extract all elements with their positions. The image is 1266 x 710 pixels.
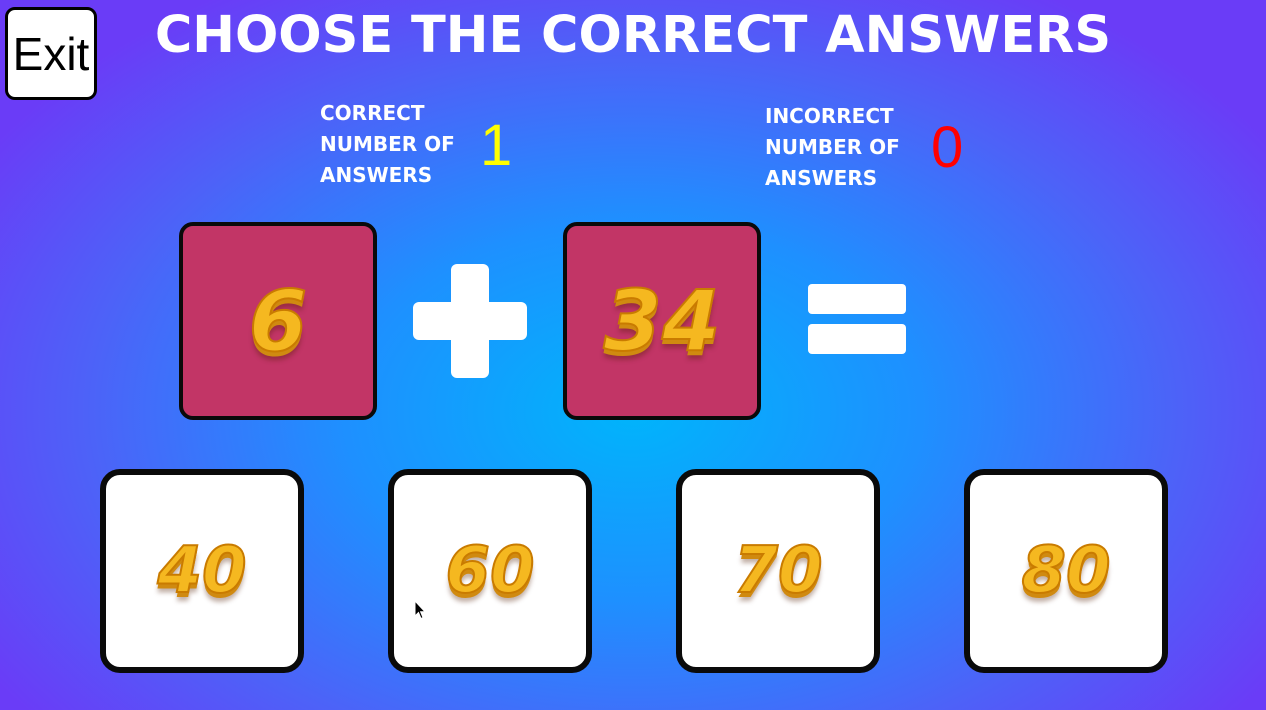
plus-icon (413, 264, 527, 378)
answer-option-3[interactable]: 70 (676, 469, 880, 673)
equals-icon (808, 284, 906, 356)
answer-value: 80 (1020, 533, 1111, 609)
incorrect-label-line-3: ANSWERS (765, 166, 878, 190)
page-title: CHOOSE THE CORRECT ANSWERS (154, 6, 1112, 65)
correct-answers-count: 1 (480, 113, 513, 178)
answer-value: 70 (732, 533, 823, 609)
operand-card-2: 34 (563, 222, 761, 420)
answer-value: 40 (156, 533, 247, 609)
incorrect-label-line-1: INCORRECT (765, 104, 894, 128)
operand-card-1: 6 (179, 222, 377, 420)
mouse-cursor-icon (414, 600, 426, 620)
correct-label-line-2: NUMBER OF (320, 132, 455, 156)
answer-option-4[interactable]: 80 (964, 469, 1168, 673)
correct-answers-label: CORRECT NUMBER OF ANSWERS (320, 98, 455, 191)
answer-value: 60 (444, 533, 535, 609)
incorrect-answers-label: INCORRECT NUMBER OF ANSWERS (765, 101, 900, 194)
answer-option-2[interactable]: 60 (388, 469, 592, 673)
correct-label-line-1: CORRECT (320, 101, 425, 125)
incorrect-label-line-2: NUMBER OF (765, 135, 900, 159)
operand-2: 34 (603, 271, 722, 371)
answer-option-1[interactable]: 40 (100, 469, 304, 673)
incorrect-answers-count: 0 (931, 115, 964, 180)
operand-1: 6 (248, 271, 308, 371)
correct-label-line-3: ANSWERS (320, 163, 433, 187)
